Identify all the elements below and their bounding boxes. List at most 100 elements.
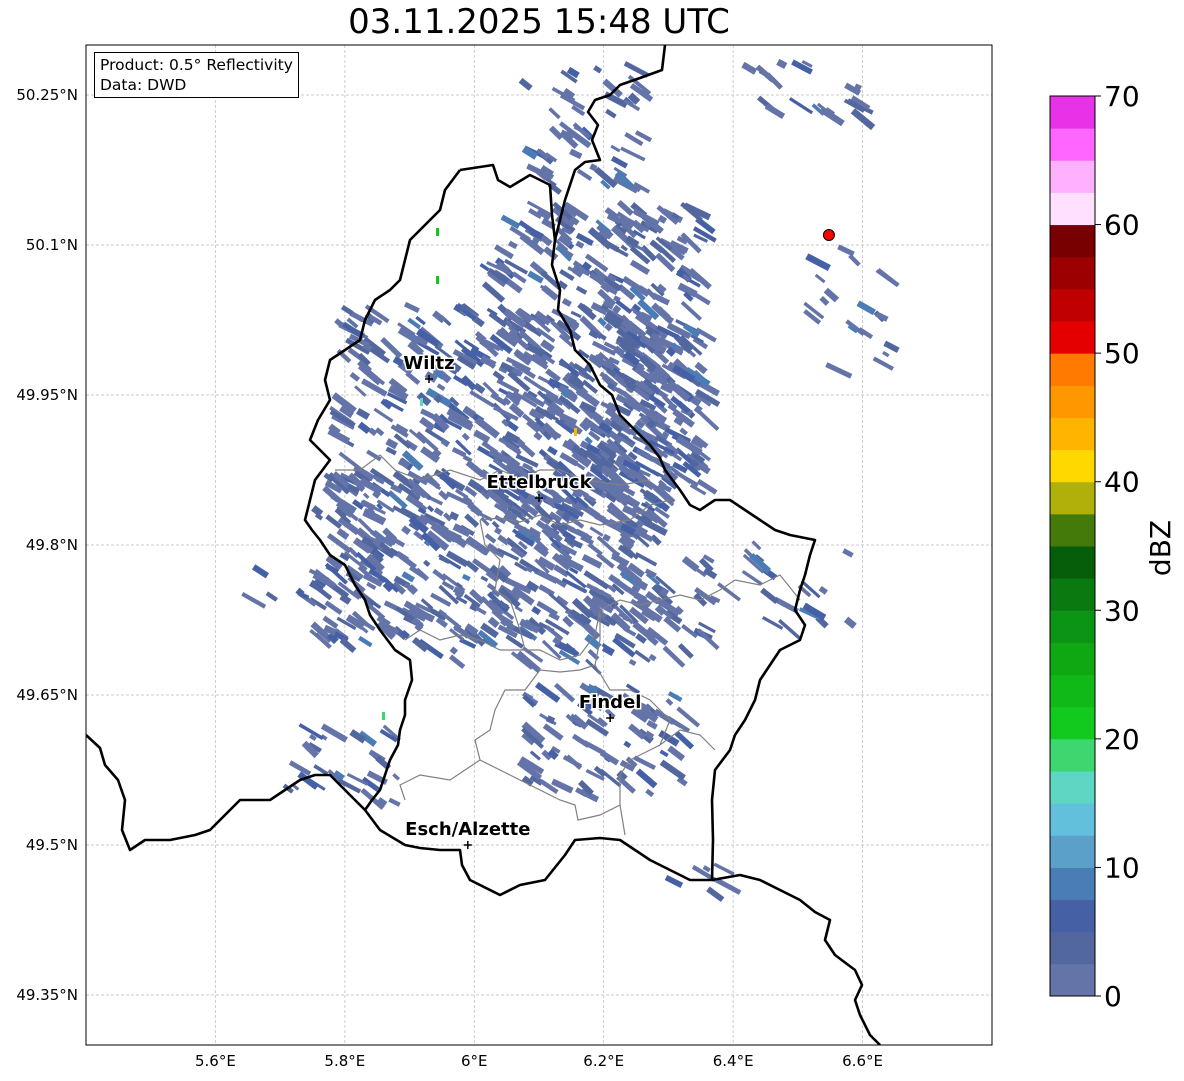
colorbar-bin [1050, 899, 1095, 933]
echo-cell [576, 168, 593, 182]
colorbar-label: dBZ [1144, 520, 1177, 576]
city-label: Esch/Alzette [405, 819, 530, 840]
echo-cell [818, 585, 828, 595]
colorbar-bin [1050, 288, 1095, 322]
echo-cell [482, 381, 499, 398]
echo-cell [681, 555, 700, 572]
echo-cell [620, 146, 646, 162]
colorbar-tick-label: 30 [1104, 594, 1140, 627]
echo-cell [819, 106, 845, 127]
data-source-label: Data: DWD [100, 76, 187, 94]
lon-tick-label: 6.2°E [583, 1052, 624, 1070]
echo-cell [635, 768, 658, 789]
echo-cell-strong [436, 228, 439, 236]
lat-tick-label: 50.1°N [26, 236, 78, 254]
echo-cell [461, 573, 471, 582]
echo-cell [575, 285, 588, 295]
echo-cell [776, 58, 788, 70]
echo-cell [717, 582, 742, 602]
echo-cell [570, 310, 582, 319]
echo-cell [448, 654, 466, 669]
echo-cell [533, 431, 543, 441]
echo-cell [713, 862, 735, 876]
echo-cell [571, 733, 591, 749]
echo-cell [354, 385, 367, 397]
colorbar-tick-label: 50 [1104, 337, 1140, 370]
echo-cell [324, 600, 343, 615]
echo-cell [610, 144, 621, 153]
echo-cell [436, 383, 446, 391]
echo-cell [548, 107, 561, 120]
colorbar-bin [1050, 803, 1095, 836]
lon-tick-label: 6.4°E [713, 1052, 754, 1070]
echo-cell [677, 643, 694, 659]
colorbar-bin [1050, 224, 1095, 258]
colorbar-tick-label: 40 [1104, 466, 1140, 499]
echo-cell [349, 372, 361, 382]
colorbar-bin [1050, 706, 1095, 740]
echo-cell-strong [382, 712, 385, 720]
echo-cell [461, 432, 470, 441]
echo-cell [599, 750, 620, 766]
echo-cell [265, 591, 278, 602]
colorbar-bin [1050, 771, 1095, 804]
echo-cell [882, 350, 890, 358]
radar-map: Wiltz Ettelbruck Findel Esch/Alzette 5.6°E 5… [16, 44, 1177, 1070]
info-box: Product: 0.5° Reflectivity Data: DWD [94, 52, 299, 98]
colorbar-tick-label: 0 [1104, 980, 1122, 1013]
echo-cell [633, 755, 656, 770]
echo-cell [680, 300, 702, 321]
colorbar-bin [1050, 674, 1095, 708]
echo-cell [507, 240, 518, 250]
echo-cell [497, 534, 510, 546]
colorbar-bin [1050, 931, 1095, 965]
echo-cell [578, 586, 588, 594]
echo-cell [741, 61, 758, 75]
colorbar-bin [1050, 256, 1095, 290]
echo-cell [883, 340, 900, 353]
echo-cell [696, 409, 720, 431]
city-label: Wiltz [403, 353, 454, 374]
echo-cell [665, 698, 674, 706]
city-label: Findel [579, 692, 642, 713]
echo-cell [825, 362, 853, 379]
echo-cell [433, 507, 444, 517]
echo-cell [426, 505, 435, 513]
colorbar-bin [1050, 417, 1095, 451]
echo-cell [575, 240, 585, 249]
colorbar-tick-label: 60 [1104, 209, 1140, 242]
echo-cell [565, 754, 583, 770]
country-border-southeast [711, 873, 881, 1045]
echo-cell [646, 719, 658, 730]
colorbar-bin [1050, 642, 1095, 676]
echo-cell-strong [574, 428, 577, 436]
colorbar-bin [1050, 96, 1095, 129]
echo-cell [423, 559, 431, 567]
echo-cell [474, 606, 487, 616]
echo-cell [542, 723, 564, 741]
echo-cell [667, 745, 686, 762]
echo-cell [357, 421, 371, 434]
echo-cell-strong [420, 398, 423, 406]
colorbar-bin [1050, 578, 1095, 611]
echo-cell [843, 616, 857, 629]
lon-tick-label: 6.6°E [842, 1052, 883, 1070]
echo-cell [355, 408, 371, 420]
echo-cell [664, 874, 684, 888]
echo-cell [593, 65, 603, 74]
echo-cell [432, 310, 446, 324]
echo-cell [464, 513, 480, 528]
colorbar-bin [1050, 610, 1095, 643]
echo-cell [518, 77, 533, 91]
echo-cell [659, 759, 686, 781]
colorbar-bin [1050, 449, 1095, 483]
colorbar: 0 10 20 30 40 50 60 70 [1049, 80, 1140, 1013]
colorbar-bin [1050, 546, 1095, 579]
city-marker-icon [463, 841, 472, 849]
lat-tick-label: 49.65°N [16, 686, 78, 704]
echo-cell [392, 773, 401, 781]
echo-cell [493, 527, 502, 535]
echo-cell [842, 548, 854, 558]
colorbar-bin [1050, 160, 1095, 193]
echo-cell [819, 295, 830, 306]
